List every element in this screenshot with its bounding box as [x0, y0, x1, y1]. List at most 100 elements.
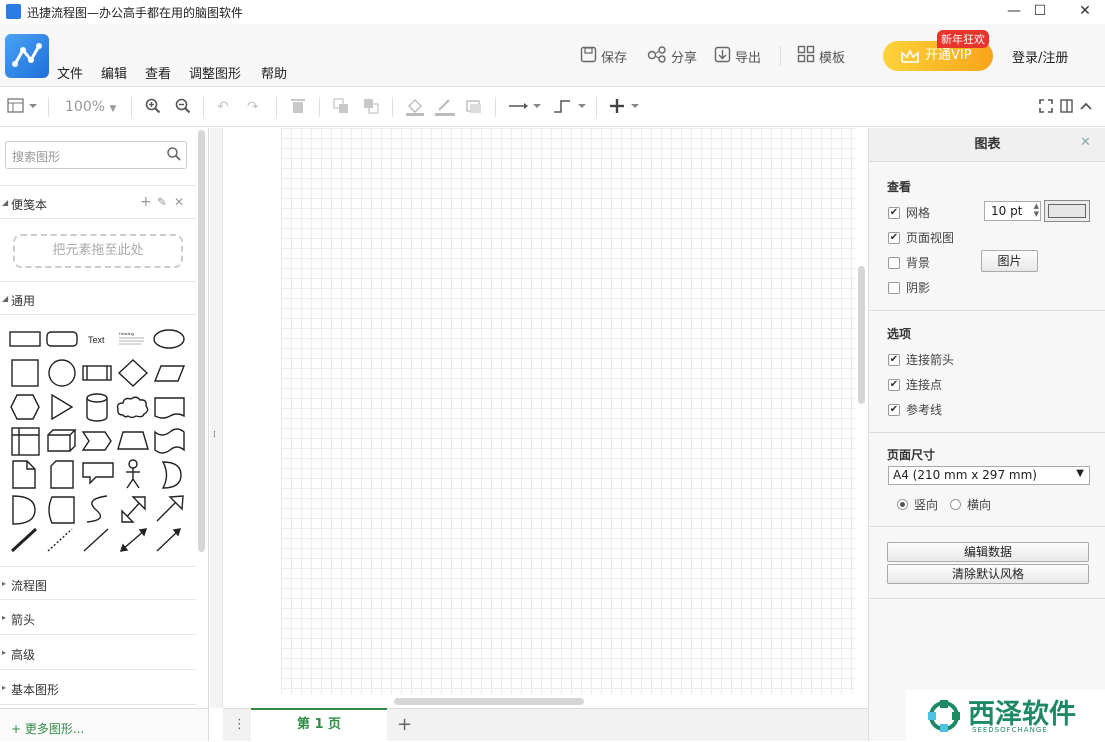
menu-arrange[interactable]: 调整图形: [189, 63, 241, 82]
shape-note[interactable]: [12, 460, 36, 489]
canvas-grid-page[interactable]: [281, 128, 855, 694]
page-menu-icon[interactable]: ⋮: [233, 717, 246, 732]
zoom-in-icon[interactable]: [145, 98, 161, 116]
maximize-button[interactable]: ☐: [1017, 0, 1063, 24]
grid-option[interactable]: ✔ 网格: [888, 204, 930, 221]
waypoint-style-icon[interactable]: [553, 98, 587, 116]
grid-color-swatch[interactable]: [1044, 200, 1090, 222]
search-icon[interactable]: [167, 147, 181, 164]
to-front-icon[interactable]: [333, 98, 349, 116]
shape-arrow[interactable]: [156, 495, 184, 522]
section-basic-shapes[interactable]: ▸ 基本图形: [0, 671, 196, 705]
page-view-checkbox[interactable]: ✔: [888, 231, 900, 244]
shape-card[interactable]: [50, 460, 74, 489]
shape-delay[interactable]: [12, 495, 36, 525]
menu-edit[interactable]: 编辑: [101, 63, 127, 82]
shape-data-storage[interactable]: [48, 496, 75, 524]
shape-or[interactable]: [161, 461, 182, 489]
section-general[interactable]: ◢ 通用: [0, 281, 196, 315]
canvas-vertical-scrollbar[interactable]: [858, 266, 865, 404]
section-arrows[interactable]: ▸ 箭头: [0, 601, 196, 635]
shape-cloud[interactable]: [116, 396, 149, 419]
connection-arrows-option[interactable]: ✔ 连接箭头: [888, 351, 954, 368]
scratchpad-dropzone[interactable]: 把元素拖至此处: [13, 234, 183, 268]
connection-style-icon[interactable]: [508, 98, 542, 116]
shape-circle[interactable]: [48, 359, 76, 387]
shape-actor[interactable]: [126, 459, 140, 489]
shape-bidirectional-connector[interactable]: [119, 528, 148, 552]
guides-checkbox[interactable]: ✔: [888, 403, 900, 416]
redo-icon[interactable]: ↷: [247, 98, 259, 116]
login-register-link[interactable]: 登录/注册: [1012, 47, 1068, 66]
page-tab-1[interactable]: 第 1 页: [251, 708, 387, 742]
section-advanced[interactable]: ▸ 高级: [0, 636, 196, 670]
shape-line[interactable]: [83, 528, 109, 552]
undo-icon[interactable]: ↶: [217, 98, 229, 116]
edit-data-button[interactable]: 编辑数据: [887, 542, 1089, 562]
shape-rectangle[interactable]: [9, 331, 41, 347]
menu-view[interactable]: 查看: [145, 63, 171, 82]
left-panel-scrollbar[interactable]: [198, 130, 205, 552]
shape-text[interactable]: Text: [88, 335, 105, 345]
insert-plus-icon[interactable]: [609, 98, 643, 116]
format-panel-icon[interactable]: [1060, 98, 1074, 116]
connection-points-option[interactable]: ✔ 连接点: [888, 376, 942, 393]
add-icon[interactable]: +: [140, 194, 152, 210]
landscape-radio[interactable]: [950, 499, 961, 510]
shape-rounded-rectangle[interactable]: [46, 331, 78, 347]
shape-document[interactable]: [154, 397, 185, 419]
shape-dashed-line[interactable]: [47, 528, 73, 552]
zoom-out-icon[interactable]: [175, 98, 191, 116]
shape-hexagon[interactable]: [10, 394, 40, 420]
shape-thick-line[interactable]: [10, 527, 38, 553]
shape-parallelogram[interactable]: [153, 365, 186, 382]
fill-color-icon[interactable]: [406, 98, 424, 116]
shape-cube[interactable]: [47, 429, 77, 452]
portrait-radio[interactable]: [897, 499, 908, 510]
shape-internal-storage[interactable]: [11, 427, 40, 456]
save-button[interactable]: 保存: [580, 46, 627, 66]
canvas-horizontal-scrollbar[interactable]: [394, 698, 584, 705]
shadow-icon[interactable]: [466, 98, 482, 116]
close-button[interactable]: ✕: [1062, 0, 1105, 24]
spinner-icon[interactable]: ▲ ▼: [1034, 202, 1039, 218]
more-shapes-link[interactable]: + 更多图形...: [11, 720, 84, 737]
share-button[interactable]: 分享: [647, 45, 697, 66]
menu-file[interactable]: 文件: [57, 63, 83, 82]
shape-cylinder[interactable]: [86, 393, 108, 422]
edit-icon[interactable]: ✎: [157, 195, 167, 209]
diagram-canvas[interactable]: [223, 128, 868, 708]
search-shapes-input[interactable]: 搜索图形: [5, 141, 187, 169]
panel-splitter[interactable]: ⁞: [210, 128, 223, 708]
shape-diamond[interactable]: [117, 359, 149, 387]
background-option[interactable]: 背景: [888, 254, 930, 271]
shape-process[interactable]: [82, 365, 112, 381]
shape-trapezoid[interactable]: [117, 431, 149, 450]
background-image-button[interactable]: 图片: [981, 250, 1038, 272]
connection-arrows-checkbox[interactable]: ✔: [888, 353, 900, 366]
collapse-icon[interactable]: [1079, 98, 1093, 116]
shape-curve[interactable]: [86, 495, 108, 523]
close-icon[interactable]: ✕: [1080, 135, 1091, 150]
close-icon[interactable]: ✕: [174, 195, 184, 209]
shape-step[interactable]: [81, 431, 112, 451]
shape-tape[interactable]: [154, 428, 185, 454]
connection-points-checkbox[interactable]: ✔: [888, 378, 900, 391]
shape-triangle[interactable]: [51, 393, 74, 421]
shape-heading-text[interactable]: Heading: [119, 331, 144, 345]
shape-ellipse[interactable]: [153, 329, 185, 349]
guides-option[interactable]: ✔ 参考线: [888, 401, 942, 418]
shape-directional-connector[interactable]: [156, 528, 182, 552]
layout-panel-icon[interactable]: [7, 98, 39, 116]
grid-checkbox[interactable]: ✔: [888, 206, 900, 219]
section-flowchart[interactable]: ▸ 流程图: [0, 566, 196, 600]
section-scratchpad[interactable]: ◢ 便笺本 + ✎ ✕: [0, 185, 196, 219]
templates-button[interactable]: 模板: [797, 45, 845, 66]
zoom-select[interactable]: 100% ▼: [65, 98, 116, 116]
page-view-option[interactable]: ✔ 页面视图: [888, 229, 954, 246]
portrait-option[interactable]: 竖向: [897, 496, 938, 513]
shape-bidirectional-arrow[interactable]: [121, 496, 146, 523]
shadow-option[interactable]: 阴影: [888, 279, 930, 296]
background-checkbox[interactable]: [888, 256, 900, 269]
fullscreen-icon[interactable]: [1038, 98, 1054, 116]
